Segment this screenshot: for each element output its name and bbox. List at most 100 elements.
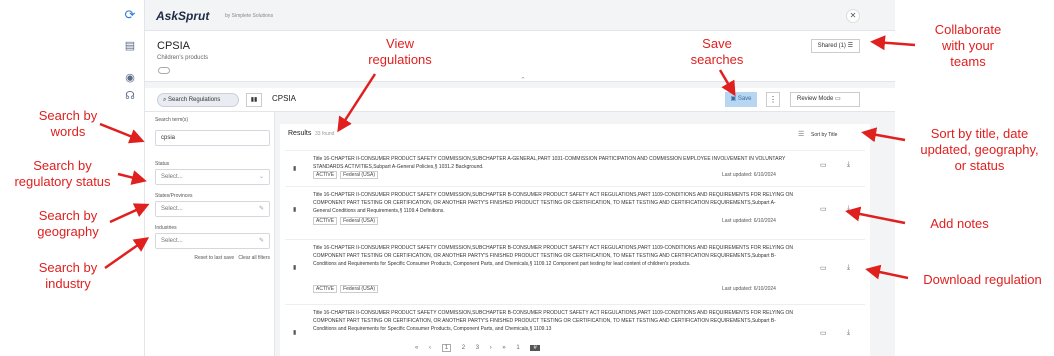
annotation-search-words: Search by words [38,108,98,139]
result-title[interactable]: Title 16-CHAPTER II-CONSUMER PRODUCT SAF… [313,244,793,268]
sort-button[interactable]: Sort by Title [811,132,837,138]
toggle-switch[interactable] [158,67,170,74]
last-updated: Last updated: 6/10/2024 [722,286,776,292]
page-3-button[interactable]: 3 [476,345,479,351]
download-icon[interactable]: ⤓ [847,161,850,169]
top-bar: AskSprut by Simplete Solutions ✕ [145,0,895,30]
bookmark-icon[interactable]: ▮ [293,329,296,336]
edit-icon: ✎ [258,206,264,212]
industries-select-value: Select... [161,238,183,244]
industries-label: Industries [155,225,177,231]
results-panel: Results 33 found ☰ Sort by Title ▮ Title… [280,124,870,356]
result-badges: ACTIVE Federal (USA) [313,285,381,293]
page-1-button[interactable]: 1 [441,344,452,352]
sort-icon[interactable]: ☰ [798,130,804,138]
jurisdiction-badge: Federal (USA) [340,285,379,293]
results-count: 33 found [315,131,335,137]
states-select[interactable]: Select... ✎ [155,201,270,217]
search-header: CPSIA Children's products Shared (1) ☰ ⌃ [145,30,895,84]
search-icon: ⌕ [163,97,167,103]
result-card[interactable]: ▮ Title 16-CHAPTER II-CONSUMER PRODUCT S… [285,150,865,186]
shared-label: Shared (1) [817,43,846,49]
reset-link[interactable]: Reset to last save [194,255,234,261]
pagination: « ‹ 1 2 3 › » 1 # [415,344,549,352]
filter-actions: Reset to last save Clear all filters [155,255,270,261]
page-2-button[interactable]: 2 [462,345,465,351]
add-note-icon[interactable]: ▭ [820,329,827,337]
result-title[interactable]: Title 16-CHAPTER II-CONSUMER PRODUCT SAF… [313,309,793,333]
jurisdiction-badge: Federal (USA) [340,217,379,225]
save-button[interactable]: ▣ Save [725,92,757,107]
search-regulations-button[interactable]: ⌕ Search Regulations [157,93,239,107]
filter-panel: Search term(s) cpsia Status Select... ⌄ S… [145,112,275,356]
annotation-search-industry: Search by industry [38,260,98,291]
go-to-page-button[interactable]: # [530,345,540,351]
review-mode-label: Review Mode [797,96,834,102]
page-number-input[interactable]: 1 [516,345,519,351]
bookmark-icon[interactable]: ▮ [293,165,296,172]
brand-name: AskSprut [156,9,210,23]
document-icon[interactable]: ▤ [123,38,137,52]
first-page-button[interactable]: « [415,345,418,351]
annotation-view-regulations: View regulations [368,36,432,67]
download-icon[interactable]: ⤓ [847,264,850,272]
annotation-download: Download regulation [923,272,1042,287]
result-badges: ACTIVE Federal (USA) [313,171,381,179]
annotation-add-notes: Add notes [930,216,989,231]
clear-filters-link[interactable]: Clear all filters [238,255,270,261]
status-select[interactable]: Select... ⌄ [155,169,270,185]
next-page-button[interactable]: › [490,345,492,351]
shared-button[interactable]: Shared (1) ☰ [810,39,860,53]
collapse-caret-icon[interactable]: ⌃ [520,76,526,84]
chevron-down-icon: ⌄ [258,174,264,180]
annotation-collaborate: Collaborate with your teams [934,22,1002,69]
status-select-value: Select... [161,174,183,180]
annotation-search-status: Search by regulatory status [14,158,111,189]
search-toolbar: ⌕ Search Regulations ▮▮ CPSIA ▣ Save ⋮ R… [145,88,895,112]
last-page-button[interactable]: » [502,345,505,351]
states-label: States/Provinces [155,193,193,199]
download-icon[interactable]: ⤓ [847,205,850,213]
last-updated: Last updated: 6/10/2024 [722,172,776,178]
result-card[interactable]: ▮ Title 16-CHAPTER II-CONSUMER PRODUCT S… [285,304,865,349]
prev-page-button[interactable]: ‹ [429,345,431,351]
status-badge: ACTIVE [313,217,338,225]
result-card[interactable]: ▮ Title 16-CHAPTER II-CONSUMER PRODUCT S… [285,186,865,236]
add-note-icon[interactable]: ▭ [820,264,827,272]
search-terms-input[interactable]: cpsia [155,130,270,146]
last-updated: Last updated: 6/10/2024 [722,218,776,224]
page-title: CPSIA [157,40,191,52]
filter-toggle-button[interactable]: ▮▮ [246,93,262,107]
result-title[interactable]: Title 16-CHAPTER II-CONSUMER PRODUCT SAF… [313,191,793,215]
result-card[interactable]: ▮ Title 16-CHAPTER II-CONSUMER PRODUCT S… [285,239,865,299]
search-regulations-label: Search Regulations [168,97,221,103]
annotation-save-searches: Save searches [690,36,744,67]
annotation-sort: Sort by title, date updated, geography, or… [920,126,1039,173]
page-subtitle: Children's products [157,55,209,61]
add-note-icon[interactable]: ▭ [820,205,827,213]
search-query: CPSIA [272,94,297,103]
jurisdiction-badge: Federal (USA) [340,171,379,179]
asksprut-app: ⟳ ▤ ◉ ☊ AskSprut by Simplete Solutions ✕… [115,0,895,356]
status-badge: ACTIVE [313,285,338,293]
review-mode-button[interactable]: Review Mode ▭ [790,92,860,107]
result-title[interactable]: Title 16-CHAPTER II-CONSUMER PRODUCT SAF… [313,155,793,171]
status-badge: ACTIVE [313,171,338,179]
search-terms-label: Search term(s) [155,117,189,123]
states-select-value: Select... [161,206,183,212]
brand-subtitle: by Simplete Solutions [225,13,274,19]
annotation-search-geography: Search by geography [37,208,99,239]
close-icon[interactable]: ✕ [846,9,860,23]
industries-select[interactable]: Select... ✎ [155,233,270,249]
more-options-icon[interactable]: ⋮ [766,92,780,107]
add-note-icon[interactable]: ▭ [820,161,827,169]
headset-icon[interactable]: ☊ [123,88,137,102]
bookmark-icon[interactable]: ▮ [293,264,296,271]
status-label: Status [155,161,170,167]
result-badges: ACTIVE Federal (USA) [313,217,381,225]
logo-icon: ⟳ [124,7,136,22]
bookmark-icon[interactable]: ▮ [293,206,296,213]
download-icon[interactable]: ⤓ [847,329,850,337]
lightbulb-icon[interactable]: ◉ [123,70,137,84]
results-heading: Results [288,130,312,137]
